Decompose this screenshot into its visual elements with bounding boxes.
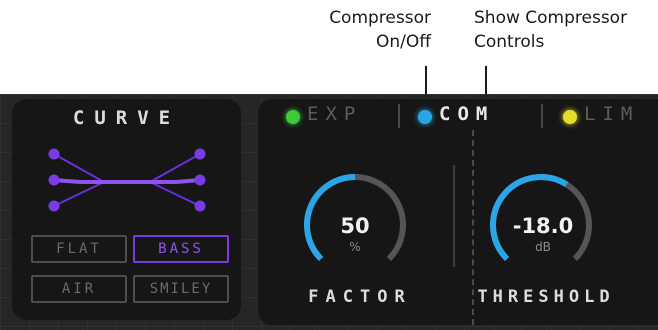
preset-flat-button[interactable]: FLAT <box>31 235 127 263</box>
preset-bass-button[interactable]: BASS <box>133 235 229 263</box>
tab-separator <box>398 104 400 128</box>
factor-label: FACTOR <box>308 287 412 307</box>
limiter-power-led-icon[interactable] <box>563 110 577 124</box>
tab-label: EXP <box>307 103 363 125</box>
factor-unit: % <box>349 240 361 254</box>
callout-line: Compressor <box>329 8 431 28</box>
curve-graph <box>48 148 206 212</box>
curve-node <box>194 174 206 186</box>
tab-label: LIM <box>584 103 640 125</box>
curve-node <box>48 148 60 160</box>
curve-node <box>194 148 206 160</box>
factor-value: 50 <box>340 214 370 238</box>
callout-line: On/Off <box>376 32 431 52</box>
curve-node <box>194 200 206 212</box>
curve-node <box>48 200 60 212</box>
callout-show-controls: Show Compressor Controls <box>474 6 658 54</box>
curve-title: CURVE <box>72 107 181 129</box>
callout-line: Show Compressor <box>474 8 628 28</box>
threshold-unit: dB <box>535 240 551 254</box>
knob-divider <box>453 165 455 267</box>
preset-air-button[interactable]: AIR <box>31 275 127 303</box>
compressor-power-led-icon[interactable] <box>418 110 432 124</box>
tab-separator <box>541 104 543 128</box>
callout-line: Controls <box>474 32 545 52</box>
callout-compressor-onoff: Compressor On/Off <box>305 6 431 54</box>
preset-smiley-button[interactable]: SMILEY <box>133 275 229 303</box>
threshold-label: THRESHOLD <box>477 287 615 307</box>
curve-node <box>48 174 60 186</box>
expander-power-led-icon[interactable] <box>286 110 300 124</box>
threshold-value: -18.0 <box>512 214 574 238</box>
tab-label: COM <box>439 103 495 125</box>
